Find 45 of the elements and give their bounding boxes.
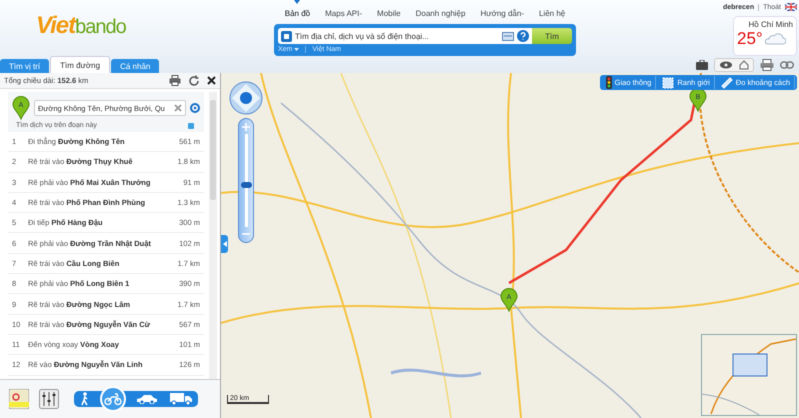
- ruler-icon: [720, 76, 733, 88]
- car-icon: [136, 394, 158, 404]
- nav-link[interactable]: Bản đồ: [284, 0, 310, 20]
- nav-link[interactable]: Hướng dẫn-: [480, 0, 524, 20]
- traffic-light-icon: [606, 76, 612, 89]
- square-icon[interactable]: [188, 122, 194, 128]
- zoom-slider[interactable]: [238, 118, 254, 243]
- zoom-handle[interactable]: [240, 182, 252, 188]
- dashed-square-icon: [662, 76, 674, 88]
- tab[interactable]: Tìm đường: [50, 56, 110, 73]
- map-thumbnail-icon[interactable]: [9, 389, 29, 409]
- temperature: 25°: [737, 29, 763, 49]
- settings-sliders-icon[interactable]: [39, 389, 59, 409]
- nav-link[interactable]: Mobile: [377, 0, 401, 20]
- cloud-icon: [764, 33, 786, 45]
- caret-icon: [294, 48, 300, 51]
- briefcase-icon[interactable]: [696, 60, 708, 70]
- nav-link[interactable]: Liên hệ: [538, 0, 566, 20]
- flag-icon[interactable]: [785, 3, 797, 11]
- scrollbar[interactable]: [209, 92, 217, 379]
- overview-map-drawing[interactable]: [701, 334, 797, 416]
- refresh-icon[interactable]: [188, 74, 200, 86]
- nav-link[interactable]: Maps API-: [325, 0, 362, 20]
- walking-person-icon: [80, 392, 90, 406]
- eye-icon[interactable]: [719, 60, 733, 70]
- motorbike-icon: [104, 393, 122, 405]
- active-indicator-icon: [293, 0, 302, 5]
- transport-mode-button[interactable]: [100, 386, 126, 412]
- close-icon[interactable]: [207, 76, 216, 85]
- transport-mode-button[interactable]: [168, 391, 194, 407]
- search-field[interactable]: Tìm địa chỉ, dịch vụ và số điện thoại...: [278, 28, 532, 44]
- print-icon[interactable]: [760, 58, 774, 70]
- search-button[interactable]: Tìm: [532, 28, 572, 44]
- print-icon[interactable]: [169, 75, 181, 86]
- target-icon[interactable]: [190, 103, 200, 113]
- city-name: Hồ Chí Minh: [748, 20, 793, 29]
- collapse-panel-button[interactable]: [221, 235, 228, 253]
- keyboard-icon[interactable]: [502, 31, 514, 41]
- help-icon[interactable]: [517, 30, 529, 42]
- pan-control-icon[interactable]: [229, 81, 263, 115]
- home-icon[interactable]: [739, 60, 749, 70]
- clear-icon[interactable]: [174, 104, 182, 112]
- truck-icon: [170, 393, 192, 405]
- nav-link[interactable]: Doanh nghiệp: [416, 0, 466, 20]
- link-icon[interactable]: [780, 60, 794, 68]
